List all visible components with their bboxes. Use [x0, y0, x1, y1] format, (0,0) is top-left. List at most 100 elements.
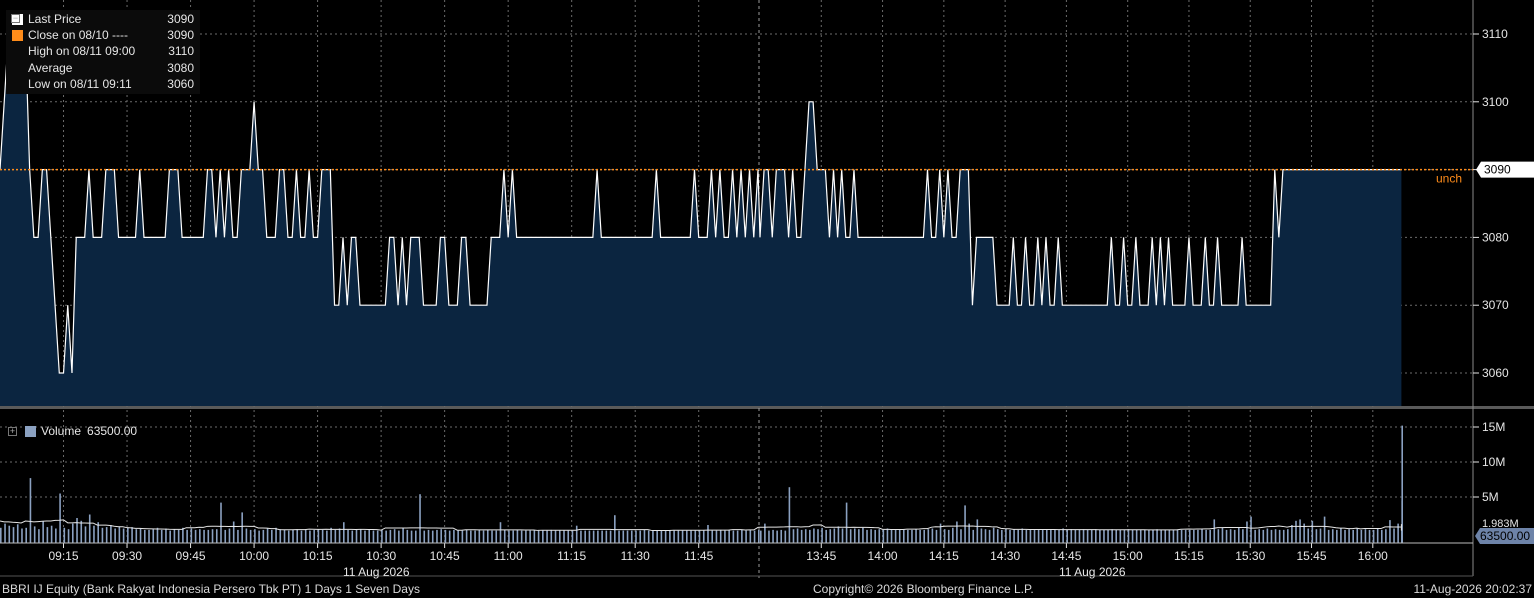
volume-bar: [59, 493, 61, 543]
volume-bar: [537, 530, 540, 543]
copyright: Copyright© 2026 Bloomberg Finance L.P.: [813, 582, 1034, 596]
volume-bar: [1111, 529, 1113, 543]
volume-bar: [728, 529, 730, 543]
volume-bar: [894, 529, 897, 543]
volume-bar: [1266, 528, 1269, 543]
volume-bar: [677, 530, 680, 543]
volume-bar: [829, 529, 832, 543]
legend-value: 3060: [167, 76, 194, 91]
volume-bar: [529, 530, 531, 543]
volume-bar: [902, 529, 905, 543]
volume-bar: [76, 518, 78, 543]
volume-bar: [707, 525, 709, 543]
volume-bar: [474, 530, 476, 543]
volume-bar: [1201, 529, 1203, 543]
volume-bar: [283, 529, 286, 543]
volume-bar: [809, 529, 811, 543]
legend-value: 3090: [167, 12, 194, 26]
legend-close: Close on 08/10 ---- 3090: [12, 27, 194, 43]
volume-bar: [964, 505, 966, 543]
volume-bar: [911, 529, 913, 543]
volume-bar: [788, 487, 791, 543]
volume-bar: [326, 530, 328, 543]
volume-tick-label: 5M: [1482, 490, 1499, 504]
time-tick-label: 14:15: [929, 549, 959, 563]
volume-bar: [927, 529, 930, 543]
volume-bar: [423, 530, 426, 543]
volume-bar: [992, 527, 995, 543]
volume-bar: [1144, 529, 1146, 543]
volume-bar: [1356, 528, 1359, 543]
volume-bar: [1127, 529, 1130, 543]
volume-bar: [711, 530, 714, 543]
volume-bar: [148, 529, 150, 543]
volume-bar: [643, 529, 646, 543]
price-tick-label: 3100: [1482, 95, 1509, 109]
volume-bar: [182, 527, 184, 543]
volume-bar: [626, 530, 629, 543]
expand-volume-legend-icon[interactable]: +: [8, 426, 17, 436]
volume-bar: [1287, 529, 1289, 543]
low-swatch: [12, 78, 23, 89]
volume-bar: [1021, 528, 1024, 543]
volume-bar: [131, 527, 133, 543]
volume-bar: [190, 528, 193, 543]
volume-bar: [436, 529, 438, 543]
volume-bar: [410, 530, 413, 543]
volume-bar: [499, 522, 502, 543]
volume-bar: [503, 529, 506, 543]
last-price-tag: 3090: [1476, 161, 1534, 178]
time-tick-label: 13:45: [806, 549, 836, 563]
volume-bar: [947, 529, 950, 543]
volume-bar: [385, 530, 387, 543]
volume-bar: [33, 526, 36, 543]
price-tick-label: 3070: [1482, 298, 1509, 312]
volume-bar: [715, 530, 718, 543]
volume-bar: [753, 530, 756, 543]
volume-bar: [1348, 529, 1350, 543]
volume-bar: [427, 529, 430, 543]
volume-bar: [1233, 529, 1236, 543]
volume-bar: [1074, 529, 1077, 543]
volume-bar: [563, 530, 565, 543]
volume-bar: [4, 523, 6, 543]
volume-bar: [393, 529, 396, 543]
volume-bar: [1401, 530, 1404, 543]
time-tick-label: 11:15: [557, 549, 586, 563]
volume-bar: [1041, 529, 1044, 543]
volume-bar: [796, 528, 799, 543]
volume-bar: [177, 529, 180, 543]
date-label-right: 11 Aug 2026: [1059, 565, 1126, 579]
volume-bar: [448, 530, 451, 543]
volume-bar: [656, 530, 658, 543]
volume-bar: [558, 530, 561, 543]
collapse-price-legend-icon[interactable]: −: [11, 14, 20, 23]
volume-bar: [1103, 529, 1105, 543]
volume-bar: [355, 529, 358, 543]
volume-bar: [169, 530, 171, 543]
volume-legend-value: 63500.00: [87, 424, 138, 438]
volume-bar: [915, 529, 917, 543]
price-volume-chart: 3110 3100 3090 3080 3070 3060 3090 unch 15M 10M 5M…: [0, 0, 1534, 578]
volume-bar: [1017, 529, 1019, 543]
volume-tick-label: 15M: [1482, 420, 1505, 434]
time-tick-label: 10:00: [239, 549, 269, 563]
volume-bar: [890, 529, 893, 543]
volume-bar: [858, 529, 860, 543]
volume-bar: [1376, 528, 1379, 543]
volume-bar: [1066, 529, 1069, 543]
volume-bar: [849, 529, 852, 543]
volume-bar: [1033, 529, 1036, 543]
volume-bar: [956, 521, 958, 543]
volume-bar: [1119, 529, 1122, 543]
volume-bar: [203, 529, 205, 543]
volume-bar: [194, 529, 197, 543]
volume-bar: [317, 529, 320, 543]
volume-bar: [630, 530, 633, 543]
time-tick-label: 15:15: [1174, 549, 1204, 563]
volume-bar: [652, 530, 654, 543]
volume-bar: [1209, 529, 1211, 543]
volume-bar: [105, 527, 108, 543]
volume-bar: [1393, 528, 1395, 543]
volume-bar: [1262, 529, 1265, 543]
